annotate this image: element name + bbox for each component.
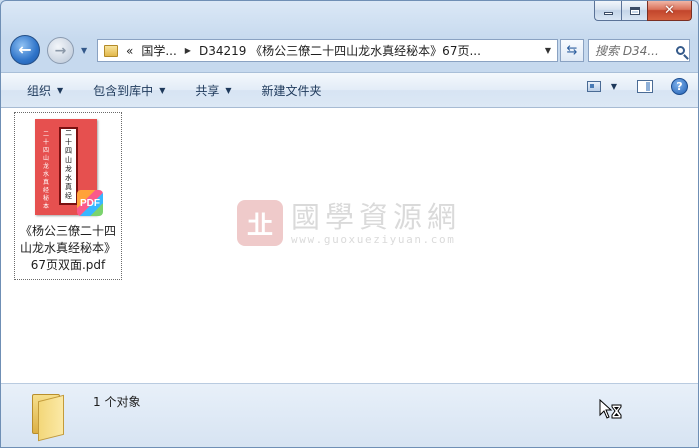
view-options-chevron-icon[interactable]: ▼ <box>611 82 617 91</box>
refresh-icon: ⇆ <box>566 43 578 58</box>
file-name-label: 《杨公三僚二十四 山龙水真经秘本》 67页双面.pdf <box>15 223 121 274</box>
recent-pages-button[interactable]: ▼ <box>81 46 87 55</box>
explorer-window: ✕ ← → ▼ « 国学... ▶ D34219 《杨公三僚二十四山龙水真经秘本… <box>0 0 699 448</box>
cover-side-text: 二十四山龙水真经秘本 <box>43 131 50 210</box>
address-bar[interactable]: « 国学... ▶ D34219 《杨公三僚二十四山龙水真经秘本》67页... … <box>97 39 558 62</box>
file-name-line-1: 《杨公三僚二十四 <box>19 224 116 238</box>
back-arrow-icon: ← <box>18 40 32 59</box>
change-view-icon[interactable] <box>586 81 601 92</box>
folder-icon <box>104 44 118 57</box>
caption-buttons: ✕ <box>594 1 692 21</box>
watermark-logo-icon: 㐀 <box>237 200 283 246</box>
refresh-button[interactable]: ⇆ <box>560 39 584 62</box>
forward-button[interactable]: → <box>47 37 74 64</box>
cover-title-panel: 二十四山龙水真经 <box>59 127 78 205</box>
chevron-down-icon: ▼ <box>225 85 232 95</box>
search-icon[interactable] <box>671 46 689 55</box>
file-list[interactable]: 二十四山龙水真经秘本 二十四山龙水真经 PDF 《杨公三僚二十四 山龙水真经秘本… <box>1 108 698 383</box>
maximize-icon <box>629 6 640 15</box>
new-folder-button[interactable]: 新建文件夹 <box>254 78 330 102</box>
breadcrumb-overflow[interactable]: « <box>126 44 133 58</box>
navigation-bar: ← → ▼ « 国学... ▶ D34219 《杨公三僚二十四山龙水真经秘本》6… <box>10 34 690 66</box>
chevron-down-icon: ▼ <box>81 46 88 55</box>
breadcrumb-item-current[interactable]: D34219 《杨公三僚二十四山龙水真经秘本》67页... <box>199 42 481 59</box>
watermark-url: www.guoxueziyuan.com <box>291 232 456 246</box>
back-button[interactable]: ← <box>10 35 40 65</box>
breadcrumb-item-guoxue[interactable]: 国学... <box>141 42 176 59</box>
pdf-file-icon: PDF <box>77 190 103 216</box>
folder-icon <box>28 388 70 442</box>
busy-cursor-icon <box>599 399 622 419</box>
command-bar: 组织 ▼ 包含到库中 ▼ 共享 ▼ 新建文件夹 ▼ ? <box>1 72 698 108</box>
close-button[interactable]: ✕ <box>647 1 692 21</box>
include-in-library-button[interactable]: 包含到库中 ▼ <box>85 78 173 102</box>
chevron-down-icon: ▼ <box>57 85 64 95</box>
organize-label: 组织 <box>27 83 52 98</box>
toolbar-right-group: ▼ ? <box>586 78 688 95</box>
maximize-button[interactable] <box>621 1 647 21</box>
new-folder-label: 新建文件夹 <box>261 83 322 98</box>
preview-pane-icon[interactable] <box>637 80 653 93</box>
breadcrumb-separator-icon[interactable]: ▶ <box>185 46 191 55</box>
close-icon: ✕ <box>664 3 675 18</box>
minimize-icon <box>603 12 613 15</box>
include-in-library-label: 包含到库中 <box>93 83 154 98</box>
share-label: 共享 <box>195 83 220 98</box>
watermark-title: 國學資源網 <box>291 199 462 234</box>
minimize-button[interactable] <box>594 1 621 21</box>
watermark: 㐀 國學資源網 www.guoxueziyuan.com <box>237 200 461 246</box>
help-icon[interactable]: ? <box>671 78 688 95</box>
file-name-line-2: 山龙水真经秘本》 <box>19 241 116 255</box>
item-count: 1 个对象 <box>93 395 141 409</box>
share-button[interactable]: 共享 ▼ <box>187 78 239 102</box>
chevron-down-icon: ▼ <box>544 46 552 55</box>
details-pane: 1 个对象 <box>1 383 698 447</box>
address-dropdown-button[interactable]: ▼ <box>539 40 557 61</box>
organize-button[interactable]: 组织 ▼ <box>19 78 71 102</box>
file-name-line-3: 67页双面.pdf <box>30 258 106 272</box>
search-input[interactable]: 搜索 D34... <box>589 42 671 59</box>
file-item-pdf[interactable]: 二十四山龙水真经秘本 二十四山龙水真经 PDF 《杨公三僚二十四 山龙水真经秘本… <box>14 112 122 280</box>
forward-arrow-icon: → <box>54 42 67 59</box>
chevron-down-icon: ▼ <box>159 85 166 95</box>
search-box[interactable]: 搜索 D34... <box>588 39 690 62</box>
